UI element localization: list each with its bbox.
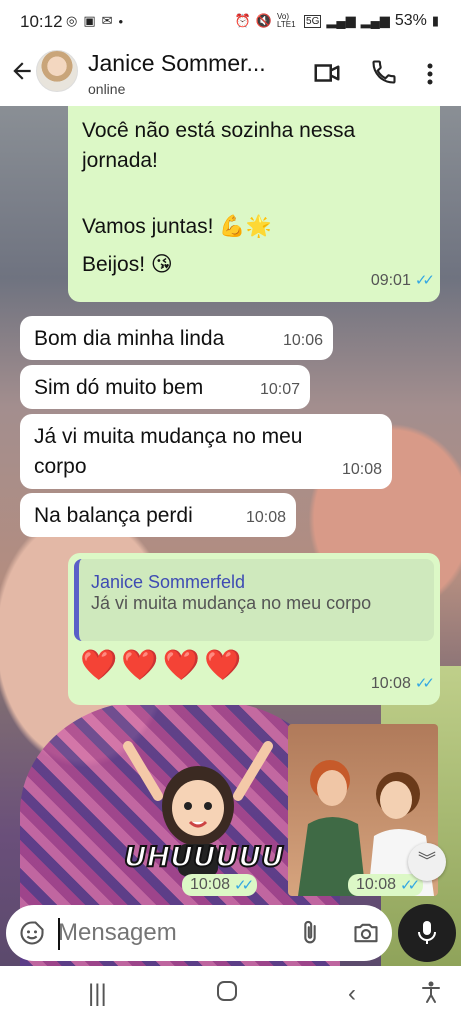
system-nav-bar: ||| ‹ bbox=[0, 966, 461, 1024]
read-ticks-icon: ✓✓ bbox=[414, 272, 435, 289]
gallery-notif-icon: ▣ bbox=[83, 13, 96, 28]
mic-icon bbox=[418, 921, 436, 944]
message-text: Bom dia minha linda bbox=[34, 327, 225, 350]
message-time: 10:07 bbox=[259, 381, 300, 398]
video-call-icon[interactable] bbox=[312, 58, 342, 88]
dot-icon: • bbox=[118, 13, 124, 29]
scroll-down-icon[interactable]: ︾ bbox=[408, 843, 446, 881]
message-text: Já vi muita mudança no meu corpo bbox=[34, 422, 302, 482]
mute-icon: 🔇 bbox=[255, 13, 273, 28]
sticker-meta: 10:08 ✓✓ bbox=[348, 874, 424, 896]
incoming-message[interactable]: Na balança perdi 10:08 bbox=[20, 493, 296, 537]
outgoing-message[interactable]: 💗 Você não está sozinha nessa jornada! V… bbox=[68, 106, 440, 302]
message-time: 10:08 bbox=[341, 461, 382, 478]
back-nav-icon[interactable]: ‹ bbox=[348, 980, 356, 1008]
emoji-sticker-icon[interactable] bbox=[18, 919, 46, 947]
battery-level: 53% bbox=[394, 12, 427, 29]
contact-status: online bbox=[88, 81, 126, 97]
incoming-message[interactable]: Sim dó muito bem 10:07 bbox=[20, 365, 310, 409]
message-time: 10:06 bbox=[282, 332, 323, 349]
message-time: 10:08 bbox=[356, 876, 397, 893]
system-icons: ⏰ 🔇 Vo) LTE1 5G ▂▄▆ ▂▄▆ 53% ▮ bbox=[235, 12, 439, 30]
message-time: 10:08 bbox=[190, 876, 231, 893]
message-line: Você não está sozinha nessa bbox=[82, 119, 356, 142]
status-bar: 10:12 ◎ ▣ ✉ • ⏰ 🔇 Vo) LTE1 5G ▂▄▆ ▂▄▆ 53… bbox=[0, 0, 461, 44]
battery-icon: ▮ bbox=[431, 13, 439, 28]
mic-button[interactable] bbox=[398, 904, 456, 962]
phone-icon[interactable] bbox=[370, 58, 400, 88]
incoming-message[interactable]: Bom dia minha linda 10:06 bbox=[20, 316, 333, 360]
quote-text: Já vi muita mudança no meu corpo bbox=[91, 593, 372, 613]
text-caret bbox=[58, 918, 60, 950]
message-text: ❤️❤️❤️❤️ bbox=[80, 649, 246, 682]
chat-header: Janice Sommer... online bbox=[0, 44, 461, 106]
recents-icon[interactable]: ||| bbox=[88, 980, 107, 1008]
avatar[interactable] bbox=[36, 50, 78, 92]
message-composer bbox=[6, 905, 392, 961]
mail-notif-icon: ✉ bbox=[101, 13, 113, 28]
message-time: 10:08 bbox=[245, 509, 286, 526]
outgoing-reply-message[interactable]: Janice Sommerfeld Já vi muita mudança no… bbox=[68, 553, 440, 705]
accessibility-icon[interactable] bbox=[420, 980, 442, 1011]
signal2-icon: ▂▄▆ bbox=[360, 13, 390, 28]
status-time: 10:12 bbox=[20, 12, 63, 31]
sticker-meta: 10:08 ✓✓ bbox=[182, 874, 258, 896]
network-label: 5G bbox=[304, 14, 322, 28]
sticker-text: UHUUUUU bbox=[123, 839, 285, 874]
heart-emoji: 💗 bbox=[82, 106, 102, 114]
message-line bbox=[82, 176, 355, 206]
contact-name[interactable]: Janice Sommer... bbox=[88, 50, 266, 77]
message-text: Sim dó muito bem bbox=[34, 376, 204, 399]
attach-icon[interactable] bbox=[296, 919, 324, 947]
message-meta: 09:01 ✓✓ bbox=[370, 266, 435, 296]
message-line: Vamos juntas! 💪🌟 bbox=[82, 215, 272, 238]
volte-label: Vo) LTE1 bbox=[277, 12, 296, 29]
read-ticks-icon: ✓✓ bbox=[234, 877, 254, 894]
sticker-cartoon-girl[interactable]: UHUUUUU bbox=[118, 726, 285, 896]
message-text: Você não está sozinha nessa jornada! Vam… bbox=[82, 116, 355, 280]
quoted-message[interactable]: Janice Sommerfeld Já vi muita mudança no… bbox=[74, 559, 434, 641]
notification-icons: ◎ ▣ ✉ • bbox=[66, 13, 123, 29]
more-icon[interactable] bbox=[420, 58, 440, 88]
message-line: corpo bbox=[34, 455, 87, 478]
whatsapp-notif-icon: ◎ bbox=[66, 13, 78, 28]
message-text: Na balança perdi bbox=[34, 504, 193, 527]
back-arrow-icon[interactable] bbox=[6, 58, 38, 90]
message-time: 10:08 bbox=[370, 675, 411, 692]
message-input[interactable] bbox=[58, 915, 278, 951]
chat-area[interactable]: 💗 Você não está sozinha nessa jornada! V… bbox=[0, 106, 461, 966]
read-ticks-icon: ✓✓ bbox=[400, 877, 420, 894]
alarm-icon: ⏰ bbox=[234, 13, 251, 28]
message-line: jornada! bbox=[82, 149, 158, 172]
incoming-message[interactable]: Já vi muita mudança no meu corpo 10:08 bbox=[20, 414, 392, 489]
read-ticks-icon: ✓✓ bbox=[414, 675, 435, 692]
message-time: 09:01 bbox=[370, 272, 411, 289]
home-icon[interactable] bbox=[216, 980, 238, 1009]
message-line: Beijos! 😘 bbox=[82, 253, 173, 276]
message-line: Já vi muita mudança no meu bbox=[34, 425, 303, 448]
camera-icon[interactable] bbox=[352, 919, 380, 947]
message-meta: 10:08 ✓✓ bbox=[370, 669, 435, 699]
signal-icon: ▂▄▆ bbox=[326, 13, 356, 28]
